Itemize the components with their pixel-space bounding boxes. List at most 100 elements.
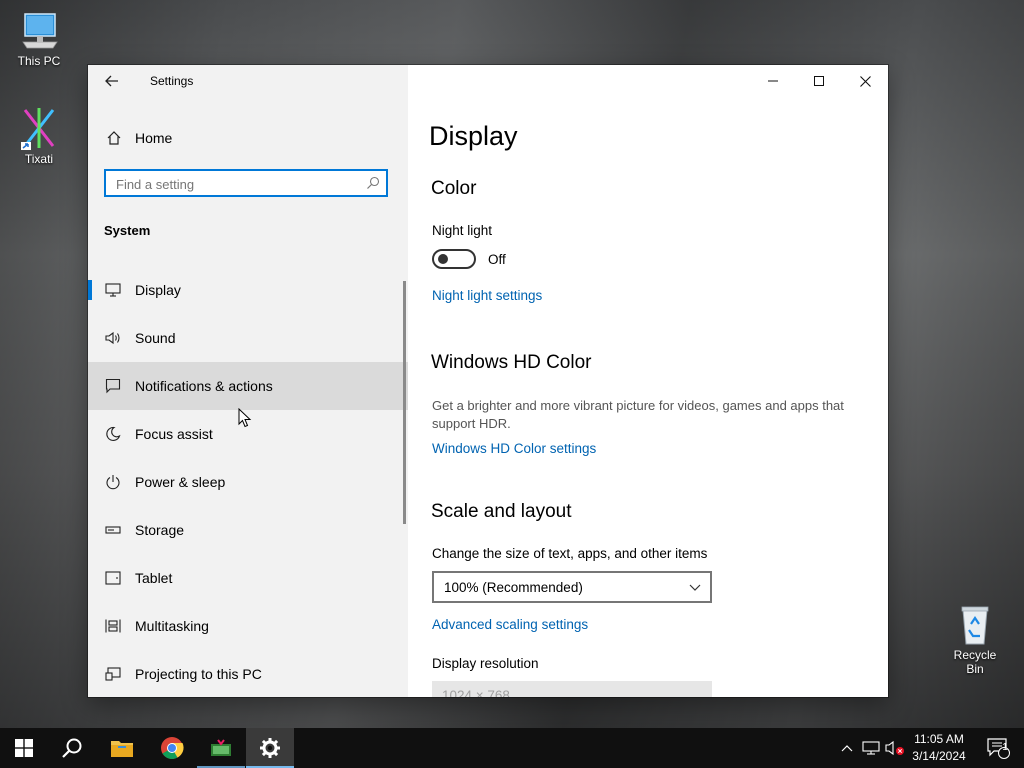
sidebar-item-tablet[interactable]: Tablet — [88, 554, 408, 602]
minimize-icon — [768, 80, 778, 82]
sidebar-item-multitasking[interactable]: Multitasking — [88, 602, 408, 650]
search-icon[interactable] — [366, 176, 380, 195]
search-input[interactable] — [114, 172, 358, 196]
search-icon — [62, 738, 82, 758]
sidebar-item-sound[interactable]: Sound — [88, 314, 408, 362]
night-light-toggle[interactable] — [432, 249, 476, 269]
night-light-label: Night light — [432, 223, 493, 238]
minimize-button[interactable] — [750, 65, 796, 97]
sidebar-item-label: Focus assist — [135, 426, 213, 442]
windows-logo-icon — [15, 739, 33, 757]
gear-icon — [260, 738, 280, 758]
scale-label: Change the size of text, apps, and other… — [432, 546, 708, 561]
folder-icon — [111, 741, 133, 757]
close-icon — [859, 75, 871, 87]
sidebar-item-notifications[interactable]: Notifications & actions — [88, 362, 408, 410]
sidebar-item-label: Display — [135, 282, 181, 298]
storage-icon — [104, 525, 122, 535]
search-button[interactable] — [48, 728, 96, 768]
taskbar-chrome[interactable] — [148, 728, 196, 768]
network-button[interactable] — [860, 728, 882, 768]
resolution-label: Display resolution — [432, 656, 539, 671]
sidebar-item-projecting[interactable]: Projecting to this PC — [88, 650, 408, 698]
volume-muted-icon — [885, 740, 904, 756]
nav-list: Display Sound Notifications & actions Fo… — [88, 266, 408, 698]
clock-date: 3/14/2024 — [912, 749, 966, 763]
taskbar-tixati[interactable] — [197, 728, 245, 768]
sidebar-item-storage[interactable]: Storage — [88, 506, 408, 554]
back-button[interactable] — [100, 69, 124, 93]
sidebar-item-label: Sound — [135, 330, 176, 346]
show-hidden-icons-button[interactable] — [838, 728, 856, 768]
night-light-state: Off — [488, 252, 506, 267]
chrome-icon — [161, 737, 184, 759]
desktop-icon-this-pc[interactable]: This PC — [9, 8, 69, 68]
home-icon — [105, 130, 123, 146]
computer-icon — [17, 8, 61, 52]
clock-time: 11:05 AM — [914, 732, 964, 746]
sidebar-item-label: Projecting to this PC — [135, 666, 262, 682]
hd-color-description: Get a brighter and more vibrant picture … — [432, 398, 844, 431]
resolution-dropdown[interactable]: 1024 × 768 — [432, 681, 712, 697]
night-light-settings-link[interactable]: Night light settings — [432, 288, 542, 303]
projector-icon — [104, 667, 122, 681]
notification-icon — [104, 378, 122, 394]
toggle-knob — [438, 254, 448, 264]
moon-icon — [104, 426, 122, 442]
speaker-icon — [104, 331, 122, 345]
maximize-icon — [814, 76, 824, 86]
sidebar-item-label: Storage — [135, 522, 185, 538]
content-pane: Display Color Night light Off Night ligh… — [408, 65, 888, 697]
tixati-app-icon — [211, 739, 231, 756]
taskbar-clock[interactable]: 11:05 AM 3/14/2024 — [906, 731, 972, 765]
network-icon — [862, 741, 880, 755]
sidebar-item-label: Notifications & actions — [135, 378, 273, 394]
sidebar-item-label: Tablet — [135, 570, 173, 586]
desktop-icon-label: Tixati — [24, 152, 54, 166]
action-center-button[interactable]: 1 — [978, 728, 1018, 768]
desktop-icon-label: This PC — [17, 54, 61, 68]
color-heading: Color — [431, 178, 477, 199]
advanced-scaling-link[interactable]: Advanced scaling settings — [432, 617, 588, 632]
tablet-icon — [104, 571, 122, 585]
start-button[interactable] — [0, 728, 48, 768]
sidebar-item-display[interactable]: Display — [88, 266, 408, 314]
taskbar-settings[interactable] — [246, 728, 294, 768]
power-icon — [104, 474, 122, 490]
section-label: System — [104, 223, 151, 238]
desktop-icon-tixati[interactable]: Tixati — [9, 106, 69, 166]
volume-button[interactable] — [884, 728, 906, 768]
settings-window: Settings Home System Display — [88, 65, 888, 697]
selection-indicator — [88, 280, 92, 300]
home-label: Home — [135, 130, 173, 146]
hd-color-heading: Windows HD Color — [431, 352, 592, 373]
taskbar: 11:05 AM 3/14/2024 1 — [0, 728, 1024, 768]
hd-color-settings-link[interactable]: Windows HD Color settings — [432, 441, 596, 456]
mouse-cursor-icon — [238, 407, 252, 433]
notification-count-badge: 1 — [1002, 742, 1008, 753]
close-button[interactable] — [842, 65, 888, 97]
desktop-icon-label: Recycle Bin — [953, 648, 997, 676]
chevron-down-icon — [688, 580, 702, 599]
taskbar-file-explorer[interactable] — [98, 728, 146, 768]
scale-heading: Scale and layout — [431, 501, 572, 522]
desktop-icon-recycle-bin[interactable]: Recycle Bin — [944, 602, 1006, 676]
scale-value: 100% (Recommended) — [444, 580, 583, 595]
monitor-icon — [104, 283, 122, 297]
arrow-left-icon — [105, 75, 118, 87]
resolution-value: 1024 × 768 — [442, 688, 510, 697]
chevron-up-icon — [841, 745, 853, 752]
page-title: Display — [429, 121, 518, 151]
multitasking-icon — [104, 618, 122, 634]
maximize-button[interactable] — [796, 65, 842, 97]
sidebar-item-power-sleep[interactable]: Power & sleep — [88, 458, 408, 506]
sidebar-item-label: Power & sleep — [135, 474, 226, 490]
recycle-bin-icon — [953, 602, 997, 646]
sidebar: Settings Home System Display — [88, 65, 408, 697]
home-link[interactable]: Home — [88, 124, 408, 152]
search-box[interactable] — [104, 169, 388, 197]
window-title: Settings — [150, 74, 194, 88]
sidebar-item-label: Multitasking — [135, 618, 209, 634]
sidebar-scrollbar[interactable] — [403, 281, 406, 524]
scale-dropdown[interactable]: 100% (Recommended) — [432, 571, 712, 603]
